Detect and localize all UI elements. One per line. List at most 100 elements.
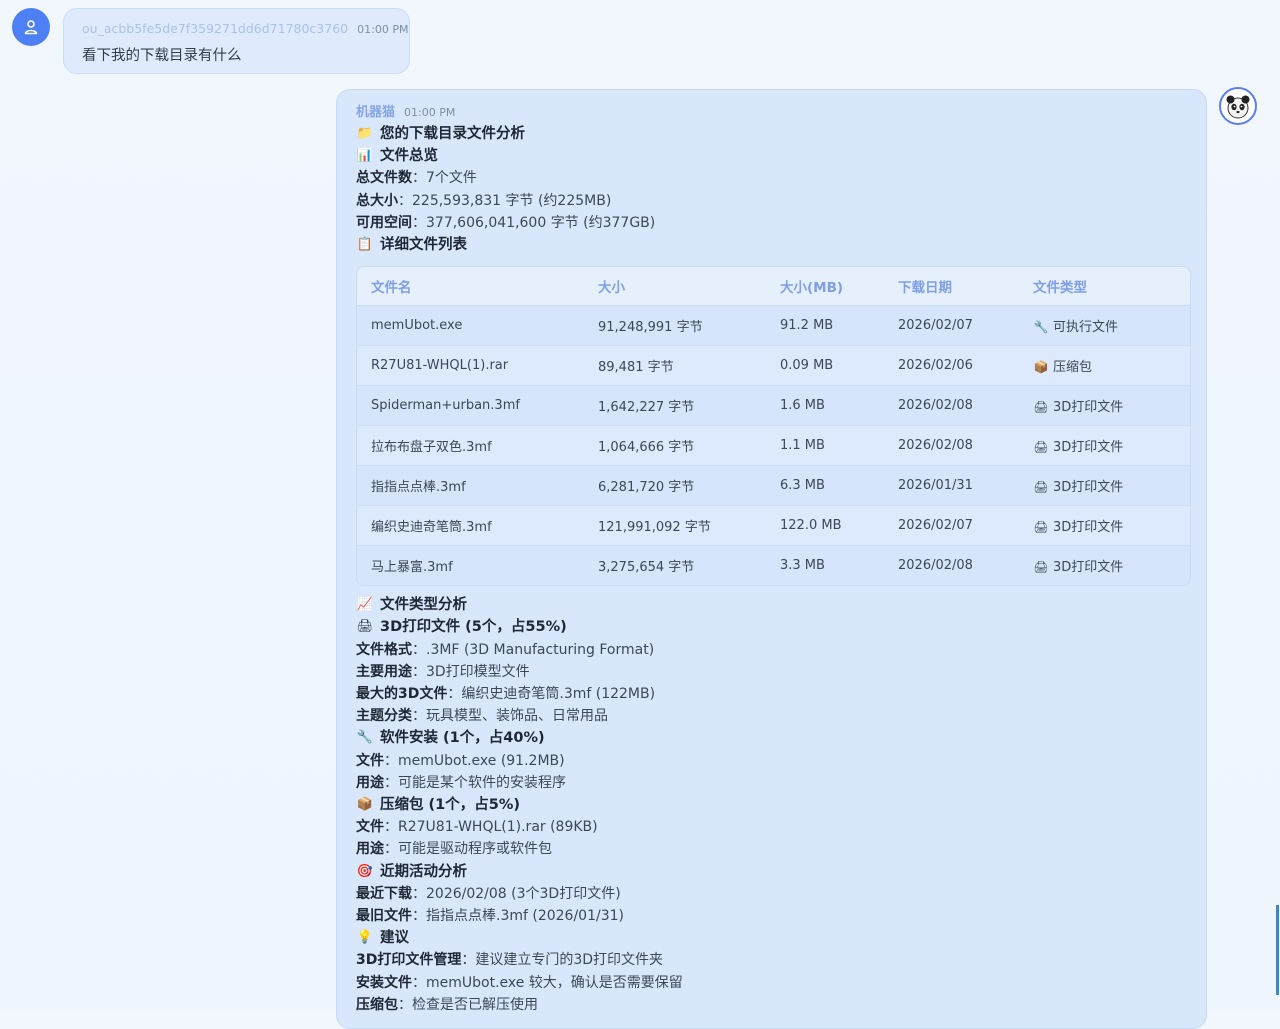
cell-file-name: Spiderman+urban.3mf (357, 385, 584, 427)
column-header-size-mb[interactable]: 大小(MB) (766, 267, 884, 307)
cell-size-mb: 1.1 MB (766, 425, 884, 467)
cell-size-mb: 91.2 MB (766, 305, 884, 347)
file-list-heading: 📋 详细文件列表 (356, 234, 1187, 256)
cell-size: 6,281,720 字节 (584, 465, 766, 507)
cell-size-mb: 122.0 MB (766, 505, 884, 547)
wrench-icon: 🔧 (1033, 320, 1049, 335)
table-header-row: 文件名 大小 大小(MB) 下载日期 文件类型 (357, 267, 1190, 307)
printer-icon: 🖨 (356, 619, 374, 635)
table-row: R27U81-WHQL(1).rar 89,481 字节 0.09 MB 202… (357, 345, 1190, 387)
target-icon: 🎯 (356, 863, 374, 879)
cell-file-name: 编织史迪奇笔筒.3mf (357, 505, 584, 547)
cell-file-name: 马上暴富.3mf (371, 560, 453, 576)
package-icon: 📦 (1033, 360, 1049, 375)
bot-sender-name: 机器猫 (356, 105, 396, 120)
overview-item: 总大小：225,593,831 字节 (约225MB) (356, 192, 612, 209)
user-sender-name: ou_acbb5fe5de7f359271dd6d71780c3760 (82, 21, 349, 36)
scrollbar-thumb[interactable] (1276, 905, 1279, 995)
wrench-icon: 🔧 (356, 730, 374, 746)
bot-avatar[interactable] (1219, 87, 1257, 125)
cell-size: 121,991,092 字节 (584, 505, 766, 547)
overview-item: 可用空间：377,606,041,600 字节 (约377GB) (356, 214, 656, 231)
print-files-heading: 🖨 3D打印文件 (5个，占55%) (356, 616, 1187, 638)
cell-size: 1,642,227 字节 (584, 385, 766, 427)
print-detail: 文件格式：.3MF (3D Manufacturing Format) (356, 641, 655, 658)
cell-type: 🖨 3D打印文件 (1033, 560, 1124, 576)
activity-heading: 🎯 近期活动分析 (356, 861, 1187, 883)
overview-item: 总文件数：7个文件 (356, 170, 477, 187)
user-avatar[interactable] (12, 8, 50, 46)
column-header-type[interactable]: 文件类型 (1019, 267, 1190, 307)
table-row: Spiderman+urban.3mf 1,642,227 字节 1.6 MB … (357, 385, 1190, 427)
cell-size-mb: 6.3 MB (766, 465, 884, 507)
user-icon (24, 20, 38, 35)
package-icon: 📦 (356, 797, 374, 813)
type-analysis-heading: 📈 文件类型分析 (356, 594, 1187, 616)
cell-size: 89,481 字节 (584, 345, 766, 387)
cell-file-name: 拉布布盘子双色.3mf (357, 425, 584, 467)
print-detail: 主题分类：玩具模型、装饰品、日常用品 (356, 708, 608, 725)
printer-icon: 🖨 (1033, 440, 1049, 455)
cell-date: 2026/02/08 (898, 558, 973, 574)
user-message-text: 看下我的下载目录有什么 (82, 48, 242, 64)
printer-icon: 🖨 (1033, 400, 1049, 415)
cell-file-name: 指指点点棒.3mf (357, 465, 584, 507)
archive-heading: 📦 压缩包 (1个，占5%) (356, 794, 1187, 816)
bot-message-content: 📁 您的下载目录文件分析 📊 文件总览 总文件数：7个文件 总大小：225,59… (356, 123, 1191, 1016)
column-header-size[interactable]: 大小 (584, 267, 766, 307)
file-table: 文件名 大小 大小(MB) 下载日期 文件类型 memUbot.exe 91,2… (356, 266, 1191, 587)
software-detail: 用途：可能是某个软件的安装程序 (356, 774, 566, 791)
cell-date: 2026/02/07 (884, 505, 1019, 547)
cell-size: 91,248,991 字节 (584, 305, 766, 347)
bot-message-bubble: 机器猫 01:00 PM 📁 您的下载目录文件分析 📊 文件总览 总文件数：7个… (336, 89, 1207, 1029)
printer-icon: 🖨 (1033, 520, 1049, 535)
table-row: 指指点点棒.3mf 6,281,720 字节 6.3 MB 2026/01/31… (357, 465, 1190, 507)
cell-type: 🖨 3D打印文件 (1019, 505, 1190, 547)
bar-chart-icon: 📊 (356, 148, 374, 164)
cell-type: 🖨 3D打印文件 (1019, 425, 1190, 467)
user-message-bubble: ou_acbb5fe5de7f359271dd6d71780c3760 01:0… (63, 8, 410, 74)
panda-icon (1226, 95, 1250, 119)
lightbulb-icon: 💡 (356, 930, 374, 946)
user-message-time: 01:00 PM (357, 23, 409, 36)
clipboard-icon: 📋 (356, 237, 374, 253)
cell-type: 🖨 3D打印文件 (1019, 385, 1190, 427)
cell-date: 2026/02/07 (884, 305, 1019, 347)
cell-date: 2026/01/31 (884, 465, 1019, 507)
column-header-name[interactable]: 文件名 (357, 267, 584, 307)
activity-detail: 最旧文件：指指点点棒.3mf (2026/01/31) (356, 908, 624, 925)
software-detail: 文件：memUbot.exe (91.2MB) (356, 752, 565, 769)
software-heading: 🔧 软件安装 (1个，占40%) (356, 727, 1187, 749)
cell-type: 🖨 3D打印文件 (1019, 465, 1190, 507)
printer-icon: 🖨 (1033, 560, 1049, 575)
advice-detail: 3D打印文件管理：建议建立专门的3D打印文件夹 (356, 952, 664, 969)
folder-icon: 📁 (356, 126, 374, 141)
cell-file-name: memUbot.exe (357, 305, 584, 347)
cell-size-mb: 3.3 MB (780, 558, 825, 574)
cell-size: 1,064,666 字节 (584, 425, 766, 467)
user-message-meta: ou_acbb5fe5de7f359271dd6d71780c3760 01:0… (82, 21, 408, 36)
analysis-title: 📁 您的下载目录文件分析 (356, 123, 1187, 145)
printer-icon: 🖨 (1033, 480, 1049, 495)
cell-size: 3,275,654 字节 (598, 560, 695, 576)
cell-size-mb: 1.6 MB (766, 385, 884, 427)
bot-message-meta: 机器猫 01:00 PM (356, 101, 1187, 120)
print-detail: 最大的3D文件：编织史迪奇笔筒.3mf (122MB) (356, 686, 656, 703)
trend-chart-icon: 📈 (356, 597, 374, 613)
overview-heading: 📊 文件总览 (356, 145, 1187, 167)
cell-size-mb: 0.09 MB (766, 345, 884, 387)
cell-type: 📦 压缩包 (1019, 345, 1190, 387)
table-row: 拉布布盘子双色.3mf 1,064,666 字节 1.1 MB 2026/02/… (357, 425, 1190, 467)
advice-detail: 安装文件：memUbot.exe 较大，确认是否需要保留 (356, 974, 683, 991)
table-row: 编织史迪奇笔筒.3mf 121,991,092 字节 122.0 MB 2026… (357, 505, 1190, 547)
column-header-date[interactable]: 下载日期 (884, 267, 1019, 307)
table-row: memUbot.exe 91,248,991 字节 91.2 MB 2026/0… (357, 305, 1190, 347)
archive-detail: 文件：R27U81-WHQL(1).rar (89KB) (356, 819, 598, 836)
cell-file-name: R27U81-WHQL(1).rar (357, 345, 584, 387)
advice-heading: 💡 建议 (356, 927, 1187, 949)
table-row: 马上暴富.3mf 3,275,654 字节 3.3 MB 2026/02/08 … (357, 545, 1190, 586)
archive-detail: 用途：可能是驱动程序或软件包 (356, 841, 552, 858)
print-detail: 主要用途：3D打印模型文件 (356, 663, 530, 680)
bot-message-time: 01:00 PM (404, 106, 456, 119)
advice-detail: 压缩包：检查是否已解压使用 (356, 996, 538, 1013)
